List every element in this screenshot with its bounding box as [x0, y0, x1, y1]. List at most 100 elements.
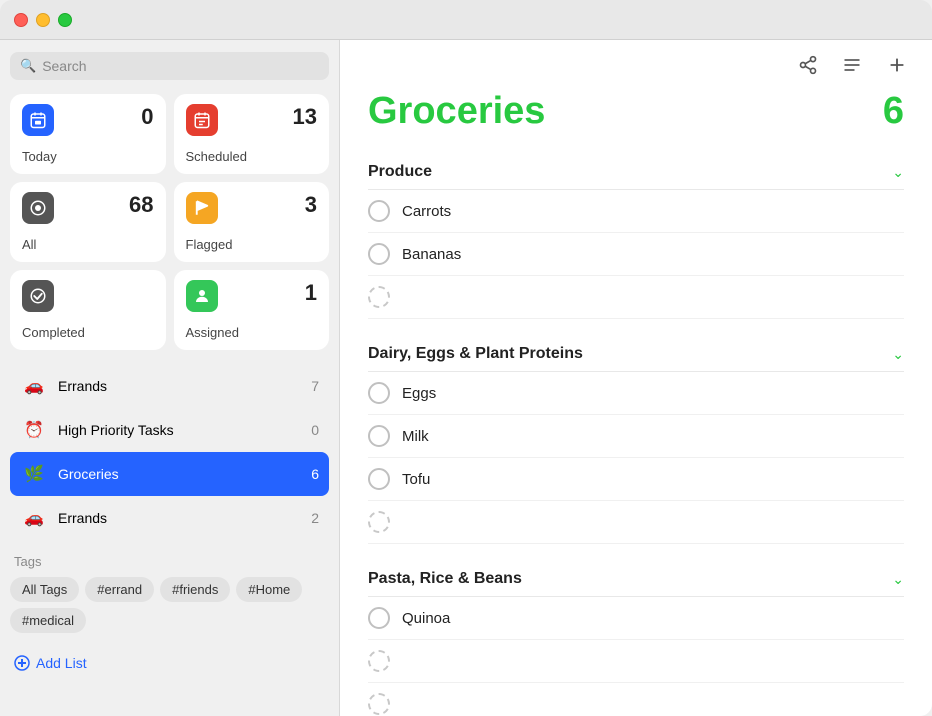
- task-dairy-empty: [368, 501, 904, 544]
- tag-errand[interactable]: #errand: [85, 577, 154, 602]
- completed-label: Completed: [22, 325, 154, 340]
- group-dairy: Dairy, Eggs & Plant Proteins ⌄ Eggs Milk…: [368, 335, 904, 544]
- group-dairy-header[interactable]: Dairy, Eggs & Plant Proteins ⌄: [368, 335, 904, 372]
- main-toolbar: [340, 40, 932, 90]
- group-pasta-chevron: ⌄: [892, 571, 904, 588]
- tag-friends[interactable]: #friends: [160, 577, 230, 602]
- list-total-count: 6: [883, 90, 904, 133]
- today-label: Today: [22, 149, 154, 164]
- task-produce-empty: [368, 276, 904, 319]
- task-milk: Milk: [368, 415, 904, 458]
- group-produce-chevron: ⌄: [892, 164, 904, 181]
- groceries-name: Groceries: [58, 466, 301, 482]
- task-bananas-circle[interactable]: [368, 243, 390, 265]
- high-priority-icon: ⏰: [20, 416, 48, 444]
- group-pasta-header[interactable]: Pasta, Rice & Beans ⌄: [368, 560, 904, 597]
- today-icon: [22, 104, 54, 136]
- tag-all-tags[interactable]: All Tags: [10, 577, 79, 602]
- task-pasta-empty1: [368, 640, 904, 683]
- group-dairy-chevron: ⌄: [892, 346, 904, 363]
- errands1-icon: 🚗: [20, 372, 48, 400]
- main-scroll[interactable]: Groceries 6 Produce ⌄ Carrots Ban: [340, 90, 932, 716]
- groceries-count: 6: [311, 466, 319, 482]
- task-pasta-empty1-circle[interactable]: [368, 650, 390, 672]
- errands2-icon: 🚗: [20, 504, 48, 532]
- menu-button[interactable]: [838, 51, 866, 79]
- task-tofu-circle[interactable]: [368, 468, 390, 490]
- task-quinoa-name: Quinoa: [402, 610, 450, 627]
- search-placeholder: Search: [42, 58, 86, 74]
- task-pasta-empty2: [368, 683, 904, 716]
- titlebar: [0, 0, 932, 40]
- task-bananas-name: Bananas: [402, 246, 461, 263]
- tags-label: Tags: [10, 554, 329, 569]
- list-item-groceries[interactable]: 🌿 Groceries 6: [10, 452, 329, 496]
- assigned-icon: [186, 280, 218, 312]
- task-milk-circle[interactable]: [368, 425, 390, 447]
- list-header: Groceries 6: [368, 90, 904, 133]
- main-panel: Groceries 6 Produce ⌄ Carrots Ban: [340, 40, 932, 716]
- add-list-button[interactable]: Add List: [10, 647, 329, 679]
- list-title: Groceries: [368, 90, 545, 133]
- errands1-name: Errands: [58, 378, 301, 394]
- group-pasta: Pasta, Rice & Beans ⌄ Quinoa: [368, 560, 904, 716]
- flagged-count: 3: [305, 192, 317, 218]
- scheduled-count: 13: [293, 104, 317, 130]
- list-item-high-priority[interactable]: ⏰ High Priority Tasks 0: [10, 408, 329, 452]
- task-bananas: Bananas: [368, 233, 904, 276]
- today-count: 0: [141, 104, 153, 130]
- task-produce-empty-circle[interactable]: [368, 286, 390, 308]
- task-dairy-empty-circle[interactable]: [368, 511, 390, 533]
- scheduled-icon: [186, 104, 218, 136]
- smart-card-scheduled[interactable]: 13 Scheduled: [174, 94, 330, 174]
- share-button[interactable]: [794, 51, 822, 79]
- task-milk-name: Milk: [402, 428, 429, 445]
- tag-medical[interactable]: #medical: [10, 608, 86, 633]
- task-eggs-circle[interactable]: [368, 382, 390, 404]
- assigned-label: Assigned: [186, 325, 318, 340]
- close-button[interactable]: [14, 13, 28, 27]
- tag-home[interactable]: #Home: [236, 577, 302, 602]
- add-list-label: Add List: [36, 655, 87, 671]
- high-priority-name: High Priority Tasks: [58, 422, 301, 438]
- task-pasta-empty2-circle[interactable]: [368, 693, 390, 715]
- smart-card-flagged[interactable]: 3 Flagged: [174, 182, 330, 262]
- smart-card-today[interactable]: 0 Today: [10, 94, 166, 174]
- errands1-count: 7: [311, 378, 319, 394]
- search-bar[interactable]: 🔍 Search: [10, 52, 329, 80]
- sidebar: 🔍 Search: [0, 40, 340, 716]
- main-content: 🔍 Search: [0, 40, 932, 716]
- high-priority-count: 0: [311, 422, 319, 438]
- list-item-errands1[interactable]: 🚗 Errands 7: [10, 364, 329, 408]
- task-quinoa-circle[interactable]: [368, 607, 390, 629]
- search-icon: 🔍: [20, 58, 36, 74]
- flagged-icon: [186, 192, 218, 224]
- lists-section: 🚗 Errands 7 ⏰ High Priority Tasks 0 🌿 Gr…: [10, 364, 329, 540]
- minimize-button[interactable]: [36, 13, 50, 27]
- task-tofu-name: Tofu: [402, 471, 430, 488]
- errands2-count: 2: [311, 510, 319, 526]
- smart-card-all[interactable]: 68 All: [10, 182, 166, 262]
- smart-card-assigned[interactable]: 1 Assigned: [174, 270, 330, 350]
- group-produce-header[interactable]: Produce ⌄: [368, 153, 904, 190]
- all-label: All: [22, 237, 154, 252]
- task-carrots-circle[interactable]: [368, 200, 390, 222]
- smart-card-completed[interactable]: Completed: [10, 270, 166, 350]
- task-carrots-name: Carrots: [402, 203, 451, 220]
- task-carrots: Carrots: [368, 190, 904, 233]
- add-task-button[interactable]: [882, 50, 912, 80]
- task-tofu: Tofu: [368, 458, 904, 501]
- smart-lists-grid: 0 Today: [10, 94, 329, 350]
- group-dairy-name: Dairy, Eggs & Plant Proteins: [368, 345, 583, 363]
- scheduled-label: Scheduled: [186, 149, 318, 164]
- tags-section: Tags All Tags #errand #friends #Home #me…: [10, 554, 329, 643]
- assigned-count: 1: [305, 280, 317, 306]
- group-produce: Produce ⌄ Carrots Bananas: [368, 153, 904, 319]
- task-eggs-name: Eggs: [402, 385, 436, 402]
- task-eggs: Eggs: [368, 372, 904, 415]
- all-icon: [22, 192, 54, 224]
- completed-icon: [22, 280, 54, 312]
- maximize-button[interactable]: [58, 13, 72, 27]
- tags-container: All Tags #errand #friends #Home #medical: [10, 577, 329, 633]
- list-item-errands2[interactable]: 🚗 Errands 2: [10, 496, 329, 540]
